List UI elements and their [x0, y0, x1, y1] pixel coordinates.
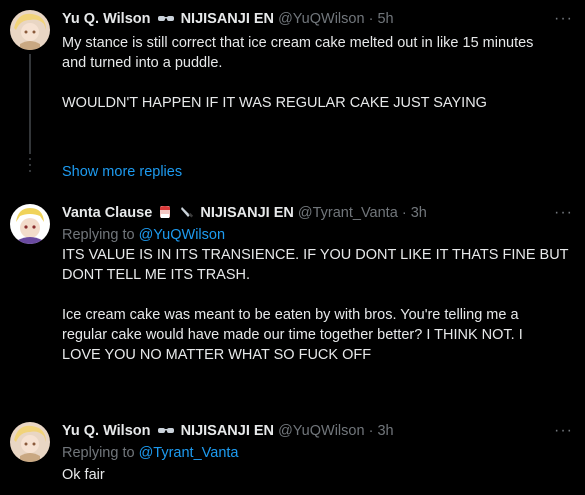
separator: ·	[401, 205, 407, 221]
santa-icon	[158, 205, 172, 225]
tweet-text: My stance is still correct that ice crea…	[62, 35, 534, 111]
display-name[interactable]: Vanta Clause	[62, 205, 152, 221]
replying-prefix: Replying to	[62, 227, 135, 243]
replying-to-link[interactable]: @Tyrant_Vanta	[139, 445, 239, 461]
display-name[interactable]: Yu Q. Wilson	[62, 423, 151, 439]
timestamp[interactable]: 3h	[377, 423, 393, 439]
tweet-text: Ok fair	[62, 467, 105, 483]
tweet-header: Yu Q. Wilson NIJISANJI EN @YuQWilson · 5…	[62, 10, 571, 31]
avatar[interactable]	[10, 204, 50, 244]
replying-to: Replying to @Tyrant_Vanta	[62, 443, 571, 463]
handle[interactable]: @Tyrant_Vanta	[298, 205, 398, 221]
handle[interactable]: @YuQWilson	[278, 423, 364, 439]
tweet-header: Vanta Clause NIJISANJI EN @Tyrant_Vanta …	[62, 204, 571, 225]
tweet-text: ITS VALUE IS IN ITS TRANSIENCE. IF YOU D…	[62, 247, 569, 363]
more-options-button[interactable]: ···	[554, 11, 573, 27]
replying-to: Replying to @YuQWilson	[62, 225, 571, 245]
replying-prefix: Replying to	[62, 445, 135, 461]
sunglasses-icon	[157, 12, 175, 31]
tweet-1[interactable]: Yu Q. Wilson NIJISANJI EN @YuQWilson · 5…	[0, 0, 585, 154]
thread-line	[29, 54, 31, 154]
thread-dots	[29, 158, 31, 176]
tweet-3[interactable]: Yu Q. Wilson NIJISANJI EN @YuQWilson · 3…	[0, 414, 585, 495]
replying-to-link[interactable]: @YuQWilson	[139, 227, 225, 243]
timestamp[interactable]: 5h	[377, 11, 393, 27]
timestamp[interactable]: 3h	[411, 205, 427, 221]
avatar[interactable]	[10, 422, 50, 462]
tweet-2[interactable]: Vanta Clause NIJISANJI EN @Tyrant_Vanta …	[0, 196, 585, 396]
more-options-button[interactable]: ···	[554, 423, 573, 439]
avatar[interactable]	[10, 10, 50, 50]
show-more-replies-link[interactable]: Show more replies	[62, 164, 182, 180]
more-options-button[interactable]: ···	[554, 205, 573, 221]
org-tag: NIJISANJI EN	[200, 205, 294, 221]
handle[interactable]: @YuQWilson	[278, 11, 364, 27]
display-name[interactable]: Yu Q. Wilson	[62, 11, 151, 27]
org-tag: NIJISANJI EN	[180, 11, 275, 27]
separator: ·	[368, 11, 374, 27]
knife-icon	[180, 205, 194, 225]
sunglasses-icon	[157, 424, 175, 443]
org-tag: NIJISANJI EN	[180, 423, 275, 439]
separator: ·	[368, 423, 374, 439]
tweet-header: Yu Q. Wilson NIJISANJI EN @YuQWilson · 3…	[62, 422, 571, 443]
